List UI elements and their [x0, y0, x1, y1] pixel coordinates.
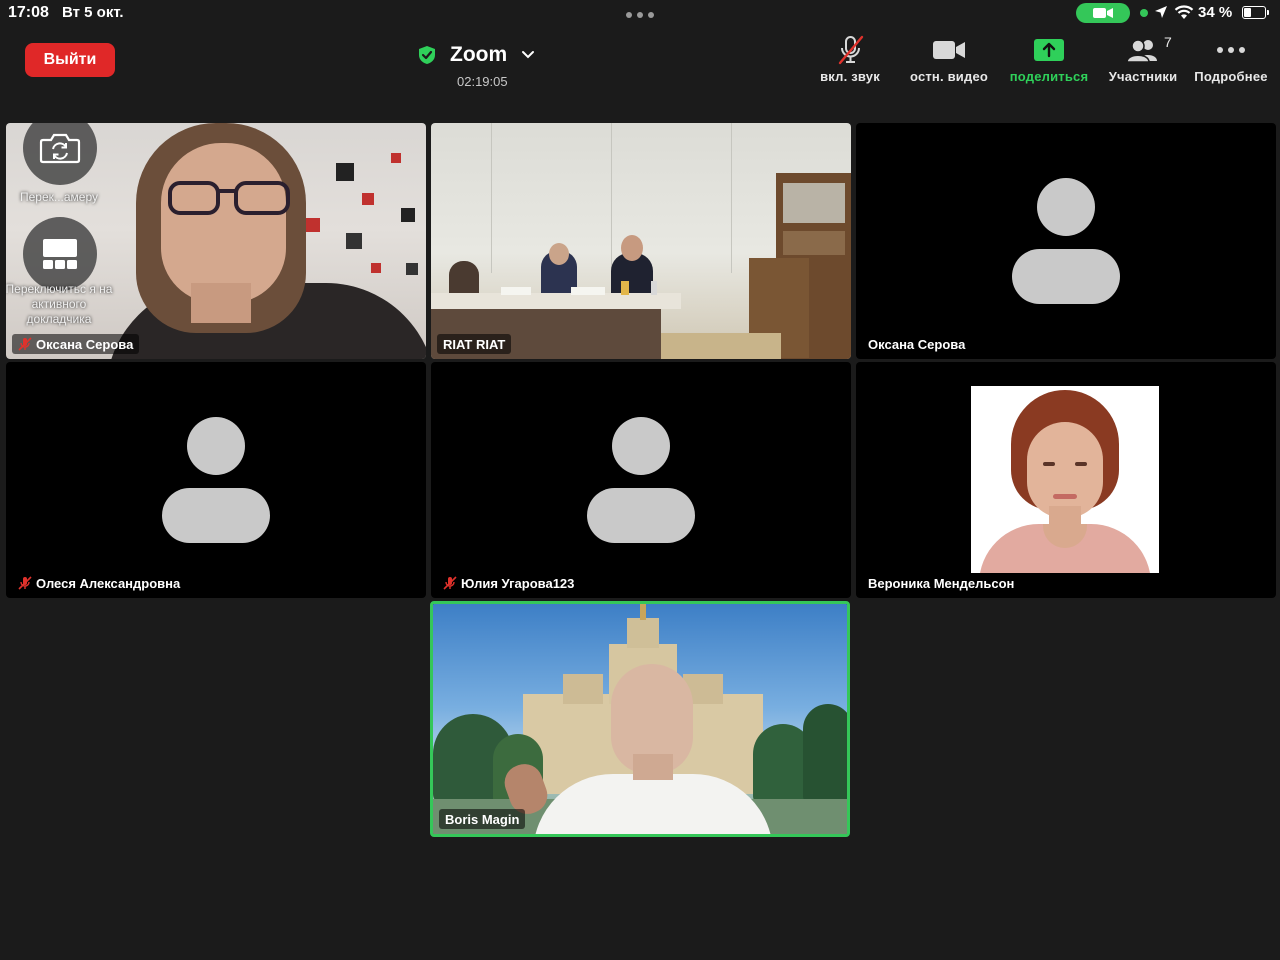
avatar-placeholder-icon	[162, 417, 270, 543]
leave-button[interactable]: Выйти	[25, 43, 115, 77]
video-tile-yulia[interactable]: Юлия Угарова123	[431, 362, 851, 598]
camera-in-use-icon	[1076, 3, 1130, 23]
video-tile-olesya[interactable]: Олеся Александровна	[6, 362, 426, 598]
avatar-placeholder-icon	[1012, 178, 1120, 304]
mic-muted-icon	[18, 337, 32, 351]
meeting-timer: 02:19:05	[457, 74, 508, 89]
participant-name-label: Boris Magin	[439, 809, 526, 829]
switch-to-active-speaker-button[interactable]	[23, 217, 97, 291]
share-button[interactable]: поделиться	[1004, 30, 1094, 90]
meeting-title: Zoom	[450, 43, 508, 66]
participant-video	[431, 123, 851, 359]
multitasking-dots-icon[interactable]	[626, 12, 654, 18]
participants-count: 7	[1164, 34, 1172, 50]
unmute-label: вкл. звук	[820, 69, 880, 84]
mic-muted-icon	[443, 576, 457, 590]
participant-name-label: RIAT RIAT	[437, 334, 512, 354]
battery-icon	[1242, 6, 1266, 19]
participant-name: Вероника Мендельсон	[868, 575, 1015, 591]
participant-name-label: Юлия Угарова123	[437, 573, 581, 593]
mic-muted-icon	[838, 35, 864, 65]
participant-video	[433, 604, 847, 834]
more-label: Подробнее	[1194, 69, 1268, 84]
zoom-meeting-screen: 17:08 Вт 5 окт. 34 % Выйти Zoom 02:19:05	[0, 0, 1280, 960]
participant-name: Олеся Александровна	[36, 575, 181, 591]
video-tile-boris-active-speaker[interactable]: Boris Magin	[430, 601, 850, 837]
video-tile-riat[interactable]: RIAT RIAT	[431, 123, 851, 359]
avatar-placeholder-icon	[587, 417, 695, 543]
shield-check-icon	[419, 46, 435, 64]
stop-video-label: остн. видео	[909, 69, 989, 84]
unmute-button[interactable]: вкл. звук	[810, 30, 890, 90]
participants-label: Участники	[1108, 69, 1178, 84]
participants-icon	[1126, 39, 1157, 63]
mic-indicator-dot	[1140, 9, 1148, 17]
active-speaker-layout-icon	[43, 239, 77, 269]
switch-camera-icon	[39, 133, 81, 164]
battery-percent: 34 %	[1198, 4, 1233, 21]
participant-name-label: Олеся Александровна	[12, 573, 187, 593]
video-camera-icon	[933, 41, 965, 59]
switch-camera-label: Перек...амеру	[19, 190, 99, 204]
chevron-down-icon	[522, 51, 535, 59]
participant-name-label: Оксана Серова	[862, 334, 972, 354]
video-tile-oksana-placeholder[interactable]: Оксана Серова	[856, 123, 1276, 359]
battery-cap	[1267, 10, 1269, 15]
location-arrow-icon	[1155, 6, 1167, 18]
mic-muted-icon	[18, 576, 32, 590]
participant-name: Оксана Серова	[36, 336, 134, 352]
more-dots-icon	[1217, 47, 1245, 53]
status-time: 17:08	[8, 4, 49, 21]
participant-name-label: Вероника Мендельсон	[862, 573, 1021, 593]
participant-name: RIAT RIAT	[443, 336, 506, 352]
switch-to-active-speaker-label: Переключитьс я на активного докладчика	[6, 282, 113, 326]
participant-name: Boris Magin	[445, 811, 520, 827]
wifi-icon	[1174, 5, 1194, 19]
participant-name: Юлия Угарова123	[461, 575, 575, 591]
video-tile-oksana-camera[interactable]: Перек...амеру Переключитьс я на активног…	[6, 123, 426, 359]
status-date: Вт 5 окт.	[62, 4, 124, 21]
share-screen-icon	[1034, 39, 1064, 61]
meeting-title-dropdown[interactable]: Zoom	[418, 40, 535, 70]
more-button[interactable]: Подробнее	[1190, 30, 1272, 90]
profile-photo	[971, 386, 1159, 573]
participant-name: Оксана Серова	[868, 336, 966, 352]
stop-video-button[interactable]: остн. видео	[904, 30, 994, 90]
video-tile-veronika[interactable]: Вероника Мендельсон	[856, 362, 1276, 598]
participant-name-label: Оксана Серова	[12, 334, 140, 354]
share-label: поделиться	[1009, 69, 1089, 84]
status-bar: 17:08 Вт 5 окт. 34 %	[0, 0, 1280, 26]
